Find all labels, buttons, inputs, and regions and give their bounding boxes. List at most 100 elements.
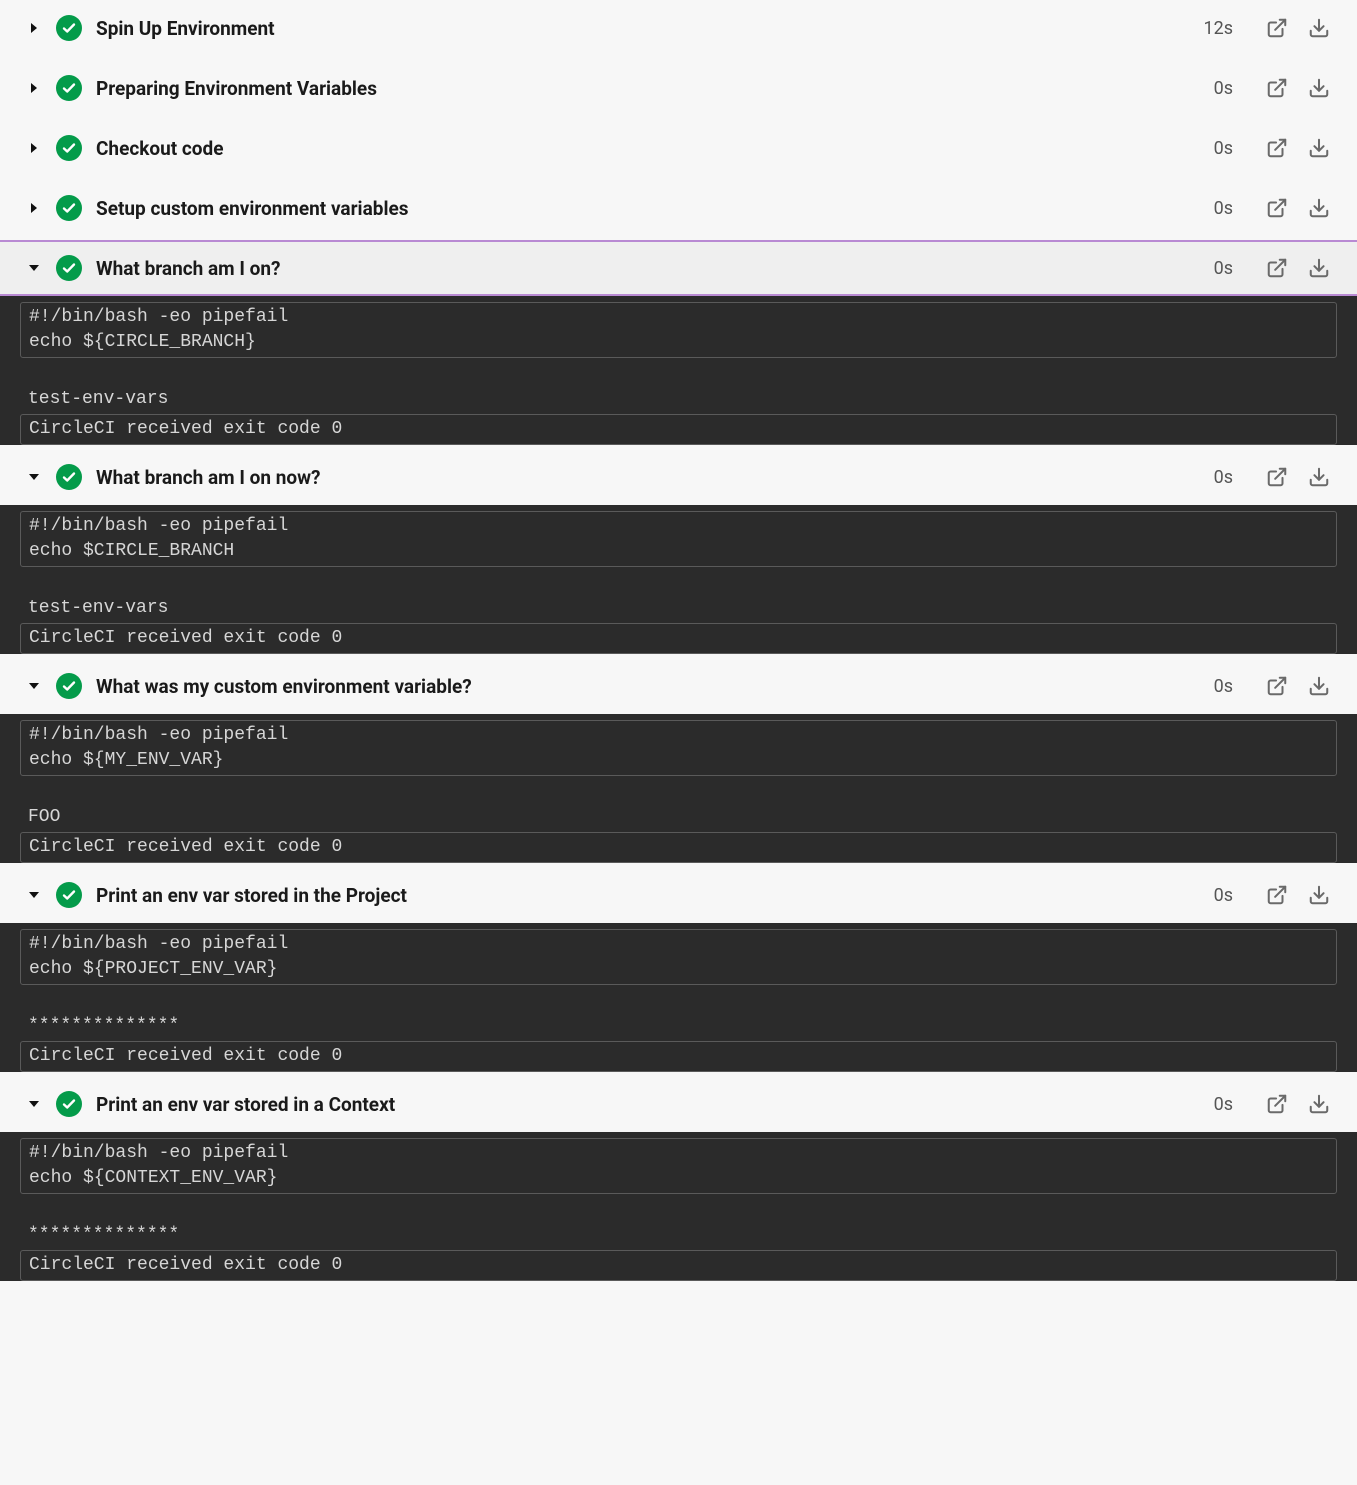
terminal-command-block: #!/bin/bash -eo pipefailecho ${CONTEXT_E… [20,1138,1337,1194]
step-header[interactable]: Checkout code0s [0,120,1357,176]
terminal-output: #!/bin/bash -eo pipefailecho ${CIRCLE_BR… [0,296,1357,445]
chevron-down-icon[interactable] [28,680,46,692]
step-header[interactable]: Preparing Environment Variables0s [0,60,1357,116]
chevron-right-icon[interactable] [28,82,46,94]
terminal-line: echo ${PROJECT_ENV_VAR} [29,957,1328,982]
terminal-stdout: ************** [20,1196,1337,1250]
terminal-exit-block: CircleCI received exit code 0 [20,414,1337,445]
step-duration: 0s [1214,885,1233,906]
terminal-exit-block: CircleCI received exit code 0 [20,623,1337,654]
external-link-icon[interactable] [1259,250,1295,286]
download-icon[interactable] [1301,130,1337,166]
terminal-command-block: #!/bin/bash -eo pipefailecho $CIRCLE_BRA… [20,511,1337,567]
terminal-line: test-env-vars [28,387,1329,412]
step-row: Checkout code0s [0,120,1357,176]
step-row: Print an env var stored in the Project0s… [0,867,1357,1072]
terminal-line: echo ${CONTEXT_ENV_VAR} [29,1166,1328,1191]
step-duration: 0s [1214,1094,1233,1115]
step-title: Preparing Environment Variables [96,77,1214,100]
terminal-line: #!/bin/bash -eo pipefail [29,514,1328,539]
step-header[interactable]: Print an env var stored in the Project0s [0,867,1357,923]
external-link-icon[interactable] [1259,877,1295,913]
terminal-stdout: test-env-vars [20,360,1337,414]
step-duration: 0s [1214,467,1233,488]
terminal-output: #!/bin/bash -eo pipefailecho ${MY_ENV_VA… [0,714,1357,863]
external-link-icon[interactable] [1259,70,1295,106]
step-header[interactable]: What branch am I on?0s [0,240,1357,296]
terminal-line [28,780,1329,805]
success-check-icon [56,135,82,161]
download-icon[interactable] [1301,668,1337,704]
terminal-exit-block: CircleCI received exit code 0 [20,1041,1337,1072]
terminal-line: FOO [28,805,1329,830]
external-link-icon[interactable] [1259,190,1295,226]
terminal-line: ************** [28,1014,1329,1039]
chevron-down-icon[interactable] [28,471,46,483]
step-row: What branch am I on?0s #!/bin/bash -eo pi… [0,240,1357,445]
step-header[interactable]: Print an env var stored in a Context0s [0,1076,1357,1132]
step-title: Setup custom environment variables [96,197,1214,220]
step-row: What was my custom environment variable?… [0,658,1357,863]
terminal-command-block: #!/bin/bash -eo pipefailecho ${CIRCLE_BR… [20,302,1337,358]
terminal-output: #!/bin/bash -eo pipefailecho ${CONTEXT_E… [0,1132,1357,1281]
terminal-line: CircleCI received exit code 0 [29,1044,1328,1069]
step-duration: 12s [1203,18,1233,39]
chevron-down-icon[interactable] [28,262,46,274]
terminal-line: #!/bin/bash -eo pipefail [29,1141,1328,1166]
terminal-line: CircleCI received exit code 0 [29,835,1328,860]
external-link-icon[interactable] [1259,459,1295,495]
chevron-right-icon[interactable] [28,202,46,214]
step-duration: 0s [1214,78,1233,99]
terminal-command-block: #!/bin/bash -eo pipefailecho ${PROJECT_E… [20,929,1337,985]
step-title: Print an env var stored in the Project [96,884,1214,907]
terminal-line [28,362,1329,387]
external-link-icon[interactable] [1259,1086,1295,1122]
terminal-line: echo ${MY_ENV_VAR} [29,748,1328,773]
terminal-command-block: #!/bin/bash -eo pipefailecho ${MY_ENV_VA… [20,720,1337,776]
terminal-line: echo ${CIRCLE_BRANCH} [29,330,1328,355]
download-icon[interactable] [1301,10,1337,46]
step-title: Spin Up Environment [96,17,1203,40]
step-header[interactable]: What was my custom environment variable?… [0,658,1357,714]
terminal-output: #!/bin/bash -eo pipefailecho $CIRCLE_BRA… [0,505,1357,654]
terminal-line: echo $CIRCLE_BRANCH [29,539,1328,564]
download-icon[interactable] [1301,190,1337,226]
step-duration: 0s [1214,676,1233,697]
success-check-icon [56,255,82,281]
success-check-icon [56,195,82,221]
step-title: What was my custom environment variable? [96,675,1214,698]
chevron-right-icon[interactable] [28,22,46,34]
terminal-line: #!/bin/bash -eo pipefail [29,932,1328,957]
terminal-line [28,989,1329,1014]
download-icon[interactable] [1301,877,1337,913]
step-title: Print an env var stored in a Context [96,1093,1214,1116]
terminal-line [28,1198,1329,1223]
download-icon[interactable] [1301,70,1337,106]
terminal-line: test-env-vars [28,596,1329,621]
success-check-icon [56,673,82,699]
download-icon[interactable] [1301,1086,1337,1122]
success-check-icon [56,882,82,908]
step-header[interactable]: Setup custom environment variables0s [0,180,1357,236]
external-link-icon[interactable] [1259,130,1295,166]
step-title: What branch am I on now? [96,466,1214,489]
download-icon[interactable] [1301,459,1337,495]
step-header[interactable]: What branch am I on now?0s [0,449,1357,505]
terminal-exit-block: CircleCI received exit code 0 [20,1250,1337,1281]
external-link-icon[interactable] [1259,10,1295,46]
step-title: Checkout code [96,137,1214,160]
chevron-right-icon[interactable] [28,142,46,154]
step-row: Setup custom environment variables0s [0,180,1357,236]
download-icon[interactable] [1301,250,1337,286]
step-duration: 0s [1214,258,1233,279]
step-row: Preparing Environment Variables0s [0,60,1357,116]
external-link-icon[interactable] [1259,668,1295,704]
step-row: Print an env var stored in a Context0s #!… [0,1076,1357,1281]
terminal-line: #!/bin/bash -eo pipefail [29,305,1328,330]
terminal-line [28,571,1329,596]
success-check-icon [56,75,82,101]
chevron-down-icon[interactable] [28,889,46,901]
chevron-down-icon[interactable] [28,1098,46,1110]
step-duration: 0s [1214,138,1233,159]
step-header[interactable]: Spin Up Environment12s [0,0,1357,56]
